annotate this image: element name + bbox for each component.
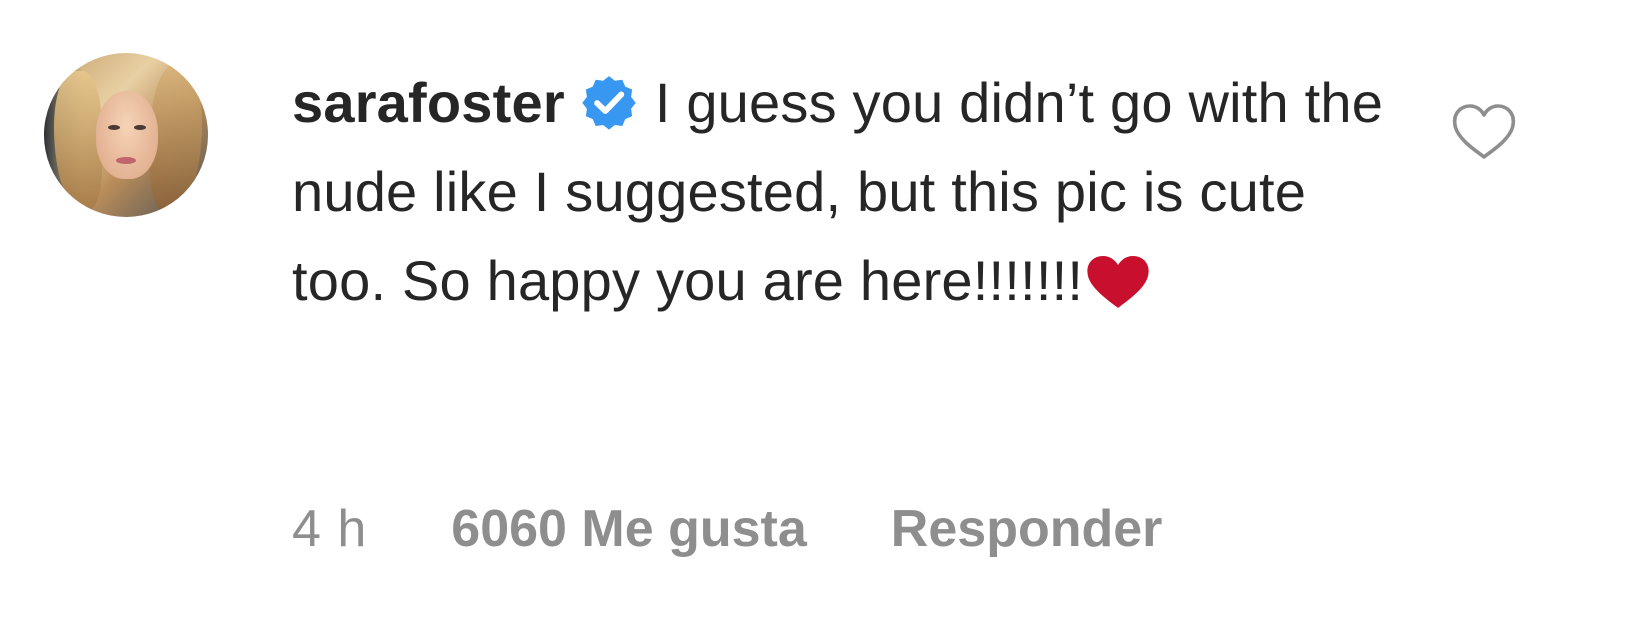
avatar-eye-right — [134, 125, 146, 130]
likes-count-button[interactable]: 6060 Me gusta — [451, 499, 807, 559]
heart-outline-icon[interactable] — [1452, 103, 1516, 161]
comment: sarafoster I guess you didn’t go with the… — [0, 0, 1632, 620]
reply-button[interactable]: Responder — [891, 499, 1163, 559]
red-heart-icon — [1085, 254, 1151, 310]
comment-meta: 4 h 6060 Me gusta Responder — [292, 494, 1162, 564]
verified-badge-icon — [581, 74, 637, 130]
avatar-eye-left — [108, 125, 120, 130]
avatar-face — [96, 91, 158, 179]
avatar-lips — [116, 157, 136, 164]
timestamp[interactable]: 4 h — [292, 499, 367, 559]
avatar[interactable] — [44, 53, 208, 217]
username[interactable]: sarafoster — [292, 71, 565, 134]
comment-body: sarafoster I guess you didn’t go with the… — [292, 58, 1392, 325]
